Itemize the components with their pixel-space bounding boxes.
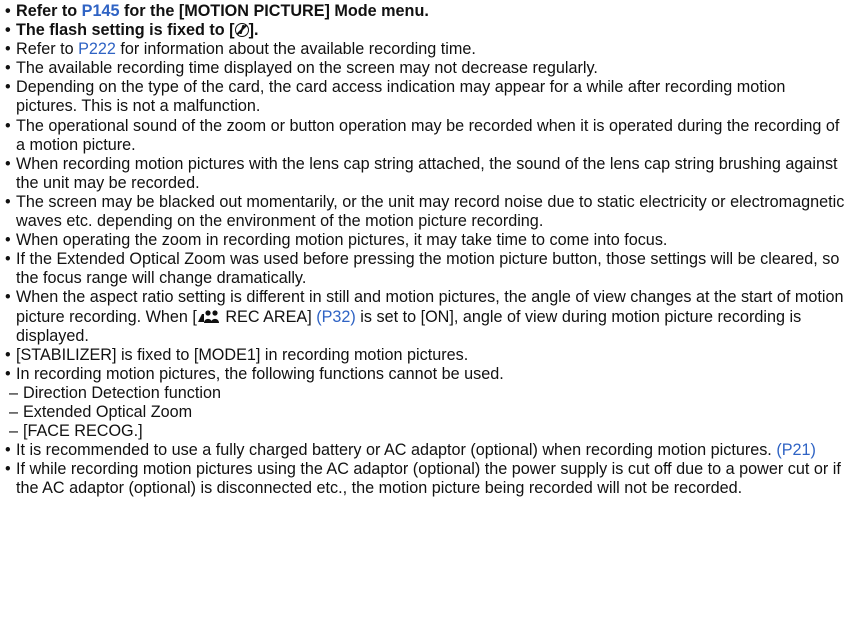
note-item: • The operational sound of the zoom or b… [5,117,850,155]
note-item: • Depending on the type of the card, the… [5,78,850,116]
note-item: • If the Extended Optical Zoom was used … [5,250,850,288]
note-text: When recording motion pictures with the … [16,154,838,192]
bullet: • [5,154,11,173]
dash: – [9,383,19,402]
dash: – [9,422,19,441]
page-link-p32[interactable]: (P32) [316,308,356,326]
bullet: • [5,288,11,307]
note-text: Depending on the type of the card, the c… [16,78,786,116]
motion-picture-icon [197,309,219,323]
note-item: • Refer to P222 for information about th… [5,40,850,59]
bullet: • [5,460,11,479]
notes-document: • Refer to P145 for the [MOTION PICTURE]… [5,2,850,498]
note-text: Refer to [16,2,82,20]
sub-text: [FACE RECOG.] [23,422,143,441]
note-item: • Refer to P145 for the [MOTION PICTURE]… [5,2,850,21]
note-item: • The flash setting is fixed to []. [5,21,850,40]
bullet: • [5,345,11,364]
note-item: • When recording motion pictures with th… [5,155,850,193]
note-text: [STABILIZER] is fixed to [MODE1] in reco… [16,345,469,364]
note-item: • In recording motion pictures, the foll… [5,365,850,384]
bullet: • [5,116,11,135]
bullet: • [5,21,11,40]
note-text: The screen may be blacked out momentaril… [16,192,845,231]
note-text: If the Extended Optical Zoom was used be… [16,250,840,288]
note-item: • It is recommended to use a fully charg… [5,441,850,460]
note-text: for the [MOTION PICTURE] Mode menu. [119,2,429,20]
note-text: The operational sound of the zoom or but… [16,116,840,154]
note-text: REC AREA] [220,307,317,326]
note-item: • When the aspect ratio setting is diffe… [5,288,850,345]
bullet: • [5,40,11,59]
bullet: • [5,192,11,211]
sub-text: Direction Detection function [23,383,221,402]
page-link-p222[interactable]: P222 [78,40,116,58]
note-text: for information about the available reco… [115,40,476,59]
note-text: The available recording time displayed o… [16,59,598,78]
note-item: • The screen may be blacked out momentar… [5,193,850,231]
sub-item: – Direction Detection function [5,384,850,403]
page-link-p145[interactable]: P145 [82,2,120,20]
note-text: Refer to [16,40,79,59]
flash-off-icon [234,23,249,38]
note-item: • The available recording time displayed… [5,59,850,78]
dash: – [9,402,19,421]
bullet: • [5,78,11,97]
sub-item: – [FACE RECOG.] [5,422,850,441]
note-item: • When operating the zoom in recording m… [5,231,850,250]
bullet: • [5,250,11,269]
bullet: • [5,364,11,383]
bullet: • [5,231,11,250]
note-item: • If while recording motion pictures usi… [5,460,850,498]
note-text: ]. [248,21,259,40]
note-text: If while recording motion pictures using… [16,460,841,498]
note-item: • [STABILIZER] is fixed to [MODE1] in re… [5,346,850,365]
note-text: When operating the zoom in recording mot… [16,231,668,250]
bullet: • [5,441,11,460]
sub-item: – Extended Optical Zoom [5,403,850,422]
bullet: • [5,59,11,78]
bullet: • [5,2,11,20]
note-text: It is recommended to use a fully charged… [16,441,777,460]
sub-text: Extended Optical Zoom [23,402,193,421]
note-text: The flash setting is fixed to [ [16,21,235,40]
page-link-p21[interactable]: (P21) [776,441,816,459]
note-text: In recording motion pictures, the follow… [16,364,504,383]
